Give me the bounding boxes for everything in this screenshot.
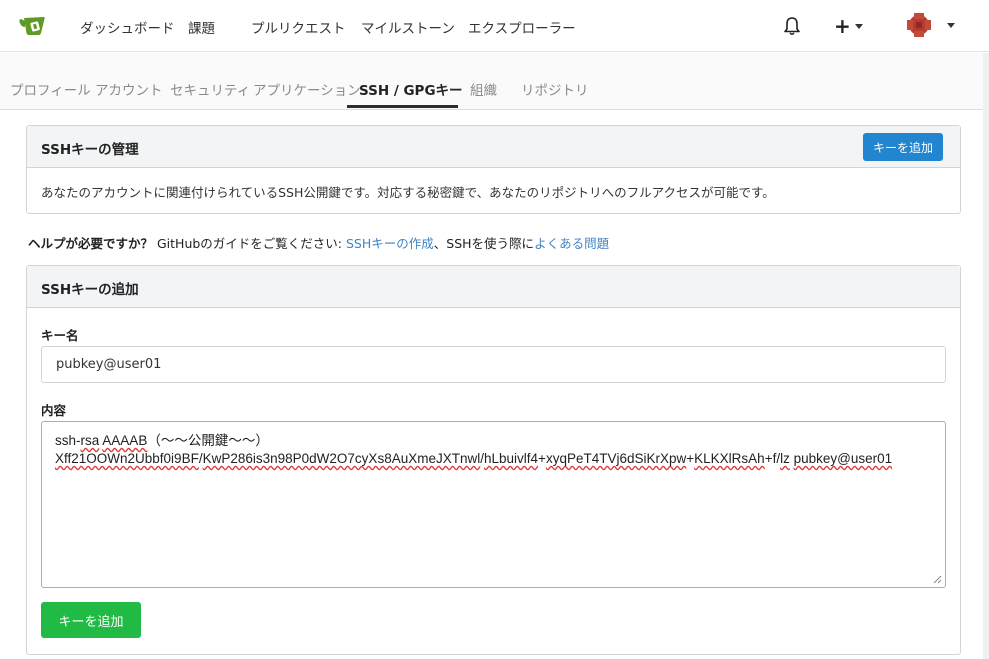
add-ssh-key-panel: SSHキーの追加 キー名 内容 ssh-rsa AAAAB（～～公開鍵～～） X… — [26, 265, 961, 655]
nav-pull-requests[interactable]: プルリクエスト — [251, 17, 346, 37]
panel-header: SSHキーの管理 キーを追加 — [27, 126, 960, 168]
key-content-label: 内容 — [41, 403, 67, 418]
resize-handle-icon[interactable] — [933, 575, 942, 584]
nav-explore[interactable]: エクスプローラー — [468, 17, 576, 37]
spellcheck-word: hLbuivlf4 — [484, 451, 539, 466]
nav-milestones[interactable]: マイルストーン — [361, 17, 455, 37]
spellcheck-word: lz — [780, 451, 790, 466]
help-text: ヘルプが必要ですか？ GitHubのガイドをご覧ください: SSHキーの作成、S… — [28, 233, 609, 252]
submit-add-key-button[interactable]: キーを追加 — [41, 602, 141, 638]
content-line-1: ssh-rsa AAAAB（～～公開鍵～～） — [55, 432, 932, 450]
user-menu-dropdown[interactable] — [905, 11, 955, 39]
content-line-2: Xff21OOWn2Ubbf0i9BF/KwP286is3n98P0dW2O7c… — [55, 450, 932, 468]
gitea-logo-icon[interactable] — [19, 14, 47, 38]
link-common-problems[interactable]: よくある問題 — [534, 236, 609, 251]
settings-tabs: プロフィール アカウント セキュリティ アプリケーション SSH / GPGキー… — [0, 53, 989, 110]
nav-dashboard[interactable]: ダッシュボード — [80, 17, 175, 37]
spellcheck-word: xyqPeT4TVj6dSiKrXpw — [545, 451, 687, 466]
tab-repositories[interactable]: リポジトリ — [521, 79, 589, 99]
avatar — [905, 11, 933, 39]
tab-account[interactable]: アカウント — [95, 79, 163, 99]
help-separator-text: 、SSHを使う際に — [433, 236, 535, 251]
notification-bell-icon[interactable] — [783, 16, 801, 36]
manage-ssh-keys-panel: SSHキーの管理 キーを追加 あなたのアカウントに関連付けられているSSH公開鍵… — [26, 125, 961, 214]
panel-title: SSHキーの追加 — [41, 282, 139, 298]
chevron-down-icon — [947, 22, 955, 28]
help-prefix: ヘルプが必要ですか？ — [28, 236, 154, 251]
active-tab-indicator — [347, 105, 458, 108]
panel-header: SSHキーの追加 — [27, 266, 960, 308]
tab-ssh-gpg-keys[interactable]: SSH / GPGキー — [359, 79, 463, 99]
content-text: + — [686, 451, 695, 466]
key-name-input[interactable] — [41, 346, 946, 383]
spellcheck-word: AAAAB — [102, 433, 148, 448]
key-name-label: キー名 — [41, 328, 79, 343]
scrollbar[interactable] — [983, 53, 989, 659]
spellcheck-word: Xff21OOWn2Ubbf0i9BF — [55, 451, 199, 466]
link-create-ssh-key[interactable]: SSHキーの作成 — [346, 236, 434, 251]
tab-applications[interactable]: アプリケーション — [253, 79, 361, 99]
chevron-down-icon — [854, 23, 863, 29]
content-text: +f/ — [764, 451, 781, 466]
content-text: ssh- — [55, 433, 81, 448]
spellcheck-word: pubkey@user01 — [793, 451, 893, 466]
top-navbar: ダッシュボード 課題 プルリクエスト マイルストーン エクスプローラー + — [0, 0, 989, 52]
panel-description: あなたのアカウントに関連付けられているSSH公開鍵です。対応する秘密鍵で、あなた… — [41, 185, 775, 200]
tab-security[interactable]: セキュリティ — [170, 79, 250, 99]
nav-issues[interactable]: 課題 — [188, 17, 215, 37]
panel-title: SSHキーの管理 — [41, 142, 139, 158]
content-text: （～～公開鍵～～） — [147, 433, 269, 448]
plus-icon: + — [834, 14, 851, 38]
tab-organizations[interactable]: 組織 — [470, 79, 497, 99]
spellcheck-word: KwP286is3n98P0dW2O7cyXs8AuXmeJXTnwl — [202, 451, 481, 466]
content-text: + — [538, 451, 546, 466]
key-content-textarea[interactable]: ssh-rsa AAAAB（～～公開鍵～～） Xff21OOWn2Ubbf0i9… — [41, 421, 946, 588]
help-guide-text: GitHubのガイドをご覧ください: — [153, 236, 346, 251]
spellcheck-word: rsa — [80, 433, 100, 448]
tab-profile[interactable]: プロフィール — [10, 79, 91, 99]
add-key-button[interactable]: キーを追加 — [862, 133, 943, 161]
create-new-dropdown[interactable]: + — [834, 15, 863, 37]
spellcheck-word: KLKXlRsAh — [694, 451, 765, 466]
